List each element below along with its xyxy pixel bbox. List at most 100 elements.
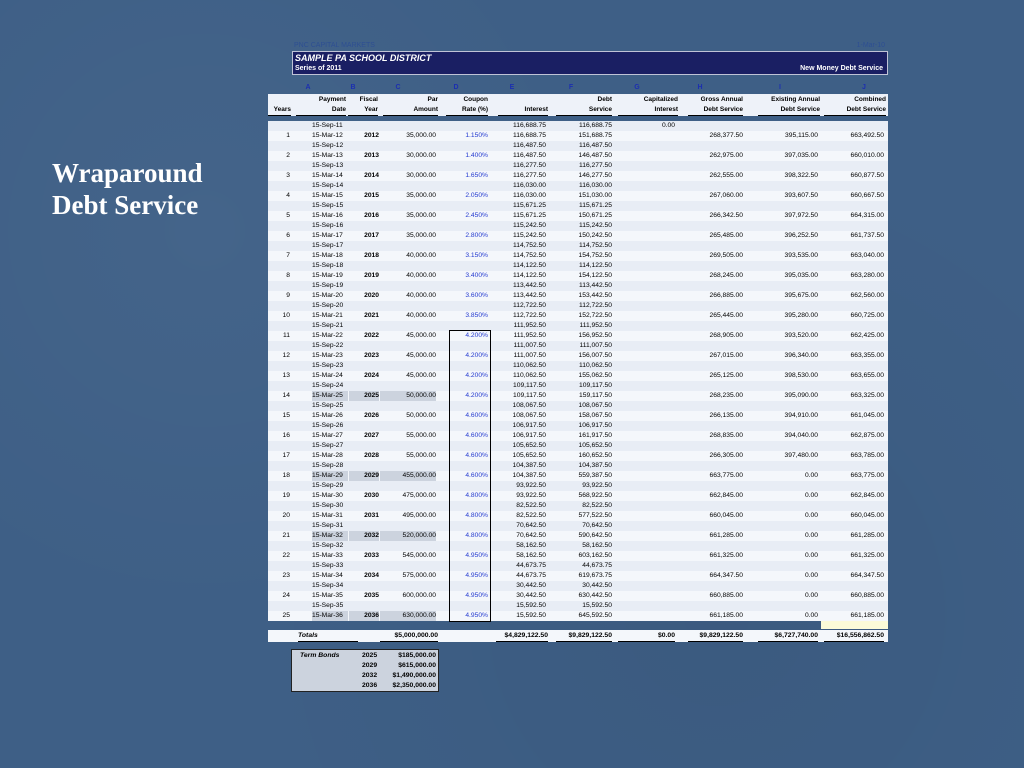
interest-cell: 44,673.75 xyxy=(516,572,546,579)
payment-date-cell: 15-Mar-34 xyxy=(312,572,343,579)
interest-cell: 58,162.50 xyxy=(516,552,546,559)
table-row: 15-Sep-33 44,673.75 44,673.75 xyxy=(268,561,888,571)
par-amount-cell: 35,000.00 xyxy=(406,212,436,219)
payment-date-cell: 15-Mar-27 xyxy=(312,432,343,439)
table-row: 15-Sep-35 15,592.50 15,592.50 xyxy=(268,601,888,611)
combined-cell: 662,425.00 xyxy=(850,332,884,339)
fiscal-year-cell: 2029 xyxy=(349,471,379,481)
fiscal-year-cell: 2017 xyxy=(364,232,379,239)
fiscal-year-cell: 2036 xyxy=(349,611,379,621)
gross-annual-cell: 262,555.00 xyxy=(709,172,743,179)
combined-cell: 660,885.00 xyxy=(850,592,884,599)
year-number-cell: 21 xyxy=(282,532,290,539)
interest-cell: 113,442.50 xyxy=(513,282,546,289)
year-number-cell: 6 xyxy=(286,232,290,239)
term-bond-year: 2036 xyxy=(362,682,378,689)
column-letter: A xyxy=(305,84,311,91)
fiscal-year-cell: 2018 xyxy=(364,252,379,259)
table-row: 9 15-Mar-20 2020 40,000.00 3.600% 113,442.50 1… xyxy=(268,291,888,301)
gross-annual-cell: 268,905.00 xyxy=(709,332,743,339)
term-bond-amount: $1,490,000.00 xyxy=(392,672,436,679)
existing-annual-cell: 398,530.00 xyxy=(784,372,818,379)
interest-cell: 116,487.50 xyxy=(513,142,546,149)
header-payment_date-line1: Payment xyxy=(318,96,346,103)
payment-date-cell: 15-Mar-20 xyxy=(312,292,343,299)
table-row: 24 15-Mar-35 2035 600,000.00 4.950% 30,442.50… xyxy=(268,591,888,601)
table-row: 15-Sep-11 116,688.75 116,688.75 0.00 xyxy=(268,121,888,131)
payment-date-cell: 15-Sep-21 xyxy=(312,322,344,329)
totals-debt: $9,829,122.50 xyxy=(556,631,612,642)
fiscal-year-cell: 2028 xyxy=(364,452,379,459)
header-gross_annual-line2: Debt Service xyxy=(688,105,743,116)
table-row: 4 15-Mar-15 2015 35,000.00 2.050% 116,030.00 1… xyxy=(268,191,888,201)
year-number-cell: 9 xyxy=(286,292,290,299)
par-amount-cell: 35,000.00 xyxy=(406,192,436,199)
par-amount-cell: 30,000.00 xyxy=(406,152,436,159)
debt-service-cell: 105,652.50 xyxy=(578,442,612,449)
year-number-cell: 24 xyxy=(282,592,290,599)
table-row: 15-Sep-30 82,522.50 82,522.50 xyxy=(268,501,888,511)
sheet-date: 1-Mar-10 xyxy=(856,42,885,49)
payment-date-cell: 15-Sep-33 xyxy=(312,562,344,569)
payment-date-cell: 15-Mar-22 xyxy=(312,332,343,339)
header-debt_service-line2: Service xyxy=(556,105,612,116)
existing-annual-cell: 394,910.00 xyxy=(784,412,818,419)
debt-service-cell: 116,277.50 xyxy=(579,162,612,169)
existing-annual-cell: 396,340.00 xyxy=(784,352,818,359)
year-number-cell: 16 xyxy=(282,432,290,439)
existing-annual-cell: 0.00 xyxy=(804,592,818,599)
combined-cell: 664,347.50 xyxy=(850,572,884,579)
interest-cell: 108,067.50 xyxy=(512,412,546,419)
gross-annual-cell: 266,885.00 xyxy=(709,292,743,299)
debt-service-cell: 146,277.50 xyxy=(578,172,612,179)
year-number-cell: 3 xyxy=(286,172,290,179)
interest-cell: 116,030.00 xyxy=(513,192,546,199)
year-number-cell: 19 xyxy=(282,492,290,499)
header-combined-line1: Combined xyxy=(854,96,886,103)
table-row: 15-Sep-26 106,917.50 106,917.50 xyxy=(268,421,888,431)
coupon-rate-cell: 3.850% xyxy=(465,312,488,319)
fiscal-year-cell: 2014 xyxy=(364,172,379,179)
payment-date-cell: 15-Sep-26 xyxy=(312,422,344,429)
totals-par: $5,000,000.00 xyxy=(380,631,438,642)
interest-cell: 116,688.75 xyxy=(513,122,546,129)
existing-annual-cell: 396,252.50 xyxy=(784,232,818,239)
slide-title-line1: Wraparound xyxy=(52,158,203,188)
interest-cell: 115,242.50 xyxy=(513,222,546,229)
column-letter: G xyxy=(634,84,640,91)
existing-annual-cell: 394,040.00 xyxy=(784,432,818,439)
gross-annual-cell: 268,245.00 xyxy=(709,272,743,279)
debt-service-cell: 156,007.50 xyxy=(578,352,612,359)
fiscal-year-cell: 2026 xyxy=(364,412,379,419)
existing-annual-cell: 395,115.00 xyxy=(785,132,818,139)
payment-date-cell: 15-Mar-33 xyxy=(312,552,343,559)
column-letter: B xyxy=(350,84,356,91)
par-amount-cell: 475,000.00 xyxy=(402,492,436,499)
table-row: 15-Sep-24 109,117.50 109,117.50 xyxy=(268,381,888,391)
gross-annual-cell: 662,845.00 xyxy=(709,492,743,499)
payment-date-cell: 15-Sep-12 xyxy=(312,142,344,149)
year-number-cell: 13 xyxy=(282,372,290,379)
debt-service-cell: 30,442.50 xyxy=(582,582,612,589)
existing-annual-cell: 393,607.50 xyxy=(784,192,818,199)
debt-service-cell: 114,122.50 xyxy=(579,262,612,269)
slide-title-line2: Debt Service xyxy=(52,190,199,220)
payment-date-cell: 15-Sep-17 xyxy=(312,242,344,249)
payment-date-cell: 15-Mar-32 xyxy=(312,531,348,541)
combined-cell: 663,325.00 xyxy=(850,392,884,399)
payment-date-cell: 15-Sep-23 xyxy=(312,362,344,369)
debt-service-cell: 115,242.50 xyxy=(579,222,612,229)
gross-annual-cell: 265,445.00 xyxy=(709,312,743,319)
gross-annual-cell: 661,285.00 xyxy=(709,532,743,539)
debt-service-cell: 115,671.25 xyxy=(579,202,612,209)
table-row: 15-Sep-20 112,722.50 112,722.50 xyxy=(268,301,888,311)
table-row: 12 15-Mar-23 2023 45,000.00 4.200% 111,007.50… xyxy=(268,351,888,361)
column-letters: A B C D E F G H I J xyxy=(268,83,888,93)
interest-cell: 58,162.50 xyxy=(516,542,546,549)
payment-date-cell: 15-Mar-35 xyxy=(312,592,343,599)
interest-cell: 115,671.25 xyxy=(513,212,546,219)
table-row: 15-Sep-12 116,487.50 116,487.50 xyxy=(268,141,888,151)
header-years: Years xyxy=(268,105,291,116)
sheet-title: SAMPLE PA SCHOOL DISTRICT xyxy=(295,53,432,63)
interest-cell: 109,117.50 xyxy=(513,382,546,389)
